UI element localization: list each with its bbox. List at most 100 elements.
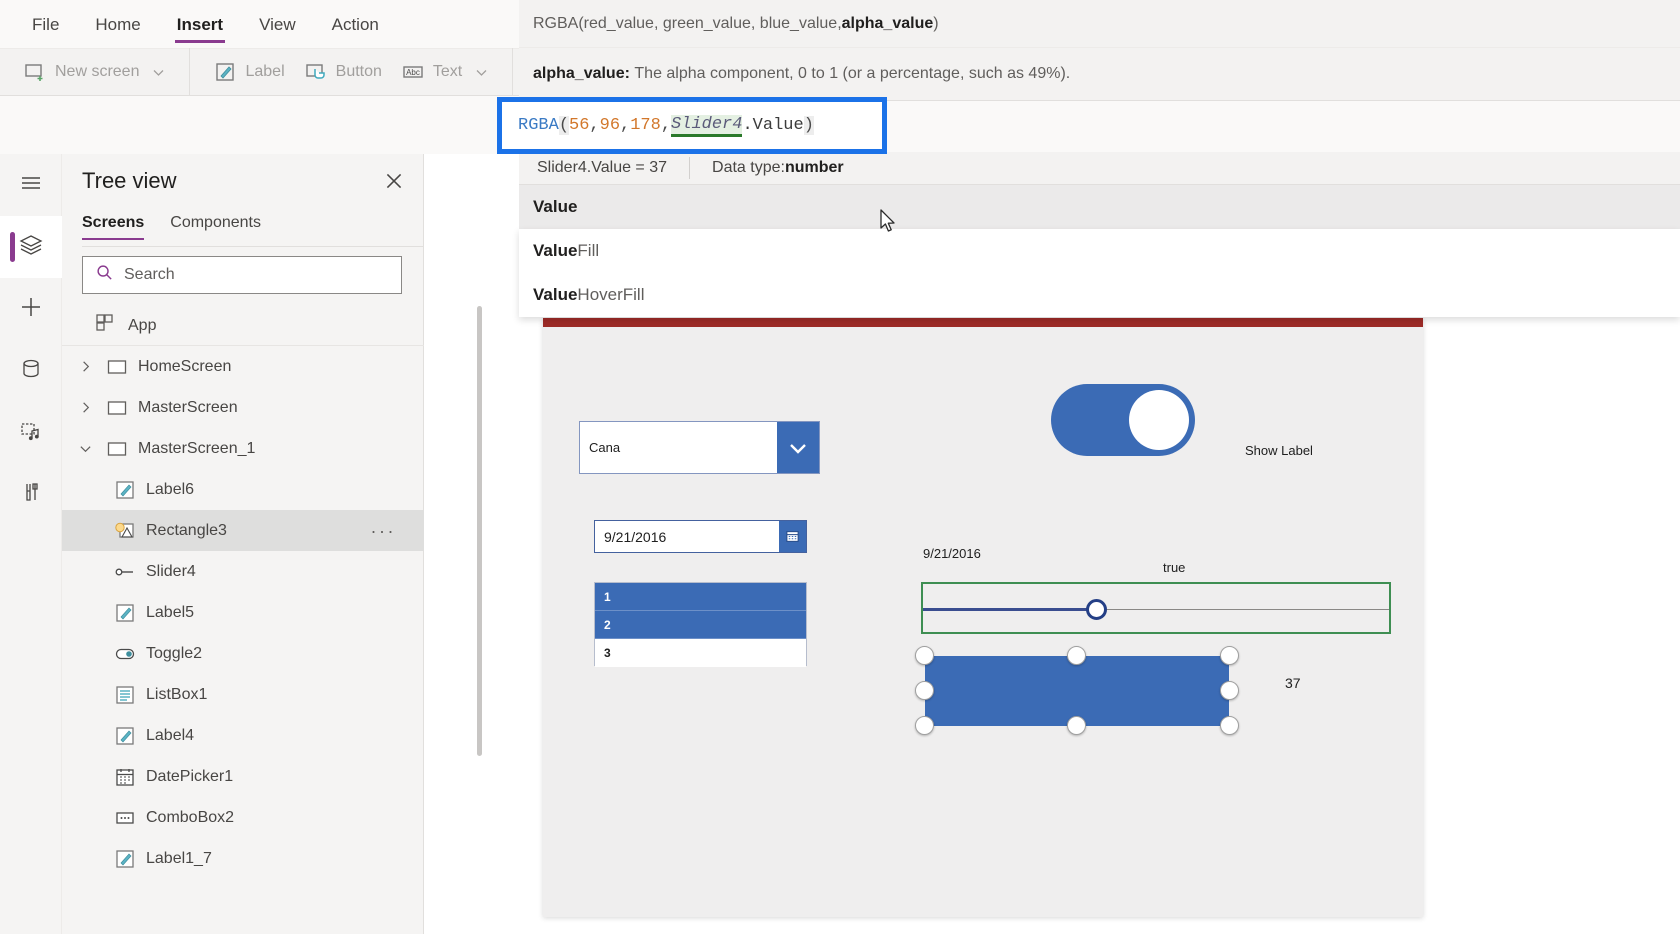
tree-item-slider4[interactable]: Slider4 [62, 551, 424, 592]
toggle-icon [114, 643, 136, 665]
formula-input[interactable]: RGBA(56, 96, 178, Slider4 .Value) [502, 102, 882, 149]
new-screen-label: New screen [55, 63, 140, 80]
screen-header-bar [543, 318, 1423, 327]
chevron-down-icon[interactable] [74, 442, 96, 455]
advanced-tools-rail-button[interactable] [0, 464, 62, 526]
tree-item-more-button[interactable]: ··· [371, 522, 396, 540]
tree-view-icon [18, 232, 44, 263]
insert-label-button[interactable]: Label [204, 55, 294, 89]
tab-screens[interactable]: Screens [82, 214, 145, 240]
suggestion-group-header: Value [519, 185, 1680, 229]
insert-rail-button[interactable] [0, 278, 62, 340]
argument-description-tooltip: alpha_value: The alpha component, 0 to 1… [519, 48, 1680, 101]
slider-handle[interactable] [1086, 599, 1107, 620]
resize-handle-top-center[interactable] [1067, 646, 1086, 665]
resize-handle-middle-right[interactable] [1220, 681, 1239, 700]
tree-item-masterscreen[interactable]: MasterScreen [62, 387, 424, 428]
suggestion-match: Value [533, 285, 578, 304]
screen-icon [106, 397, 128, 419]
formula-input-focus-ring: RGBA(56, 96, 178, Slider4 .Value) [497, 97, 887, 154]
resize-handle-bottom-center[interactable] [1067, 716, 1086, 735]
tree-view-rail-button[interactable] [0, 216, 62, 278]
resize-handle-top-right[interactable] [1220, 646, 1239, 665]
rectangle-icon [114, 520, 136, 542]
listbox-item[interactable]: 2 [595, 611, 806, 639]
formula-token-close-paren: ) [803, 116, 814, 135]
tab-components[interactable]: Components [170, 214, 261, 240]
tree-view-panel: Tree view Screens Components Search App … [62, 154, 482, 934]
suggestion-match: Value [533, 241, 578, 260]
argument-description: The alpha component, 0 to 1 (or a percen… [634, 65, 1071, 82]
tree-item-listbox1[interactable]: ListBox1 [62, 674, 424, 715]
new-screen-group: New screen [0, 48, 191, 96]
insert-button-button[interactable]: Button [295, 55, 392, 89]
canvas-rectangle3-selected[interactable] [915, 646, 1239, 735]
slider-track-remaining [1097, 609, 1389, 610]
search-input[interactable]: Search [82, 256, 402, 294]
tree-item-combobox2[interactable]: ComboBox2 [62, 797, 424, 838]
tree-items-scroll-area: App HomeScreen MasterScreen MasterScreen… [62, 306, 424, 934]
canvas-listbox1[interactable]: 1 2 3 [594, 582, 807, 667]
tree-item-toggle2[interactable]: Toggle2 [62, 633, 424, 674]
tree-item-label: Rectangle3 [146, 521, 227, 539]
tree-item-label4[interactable]: Label4 [62, 715, 424, 756]
listbox-item[interactable]: 1 [595, 583, 806, 611]
tree-item-app[interactable]: App [62, 306, 424, 346]
canvas-slider4[interactable] [921, 582, 1391, 634]
hamburger-menu-button[interactable] [0, 154, 62, 216]
tree-item-datepicker1[interactable]: DatePicker1 [62, 756, 424, 797]
suggestion-list: Value Fill Value HoverFill [519, 229, 1680, 317]
tree-item-label: Slider4 [146, 562, 196, 580]
resize-handle-bottom-left[interactable] [915, 716, 934, 735]
insert-text-text: Text [432, 63, 463, 80]
data-rail-button[interactable] [0, 340, 62, 402]
suggestion-item-valuefill[interactable]: Value Fill [519, 229, 1680, 273]
dropdown-value: Cana [589, 440, 621, 455]
tree-item-label5[interactable]: Label5 [62, 592, 424, 633]
suggestion-item-valuehoverfill[interactable]: Value HoverFill [519, 273, 1680, 317]
menu-item-home[interactable]: Home [93, 3, 142, 45]
tree-item-label6[interactable]: Label6 [62, 469, 424, 510]
calendar-icon[interactable] [779, 521, 806, 552]
hamburger-icon [18, 170, 44, 201]
dropdown-toggle-button[interactable] [777, 422, 819, 473]
canvas-datepicker1[interactable]: 9/21/2016 [594, 520, 807, 553]
app-icon [94, 312, 116, 339]
chevron-right-icon[interactable] [74, 360, 96, 373]
resize-handle-middle-left[interactable] [915, 681, 934, 700]
formula-token-comma: , [660, 116, 672, 135]
canvas-toggle2[interactable] [1051, 384, 1195, 456]
text-abc-icon: Abc [402, 61, 424, 83]
tree-view-scrollbar[interactable] [477, 306, 482, 756]
signature-suffix: ) [933, 14, 939, 32]
label-icon [114, 602, 136, 624]
resize-handle-bottom-right[interactable] [1220, 716, 1239, 735]
insert-text-button[interactable]: Abc Text [392, 55, 498, 89]
tree-item-label1-7[interactable]: Label1_7 [62, 838, 424, 879]
menu-item-insert[interactable]: Insert [174, 3, 226, 45]
tree-item-label: Label5 [146, 603, 195, 621]
menu-item-file[interactable]: File [30, 3, 61, 45]
tree-item-masterscreen-1[interactable]: MasterScreen_1 [62, 428, 424, 469]
controls-group: Label Button Abc Text [190, 48, 514, 96]
function-signature-tooltip: RGBA(red_value, green_value, blue_value,… [519, 0, 1680, 48]
formula-token-property-ref: .Value [742, 116, 804, 135]
listbox-item[interactable]: 3 [595, 639, 806, 667]
tree-view-tabs: Screens Components [82, 214, 261, 240]
tabs-divider [82, 246, 423, 247]
close-tree-view-button[interactable] [383, 170, 405, 197]
label-icon [114, 725, 136, 747]
new-screen-button[interactable]: New screen [14, 55, 175, 89]
tree-item-homescreen[interactable]: HomeScreen [62, 346, 424, 387]
menu-item-action[interactable]: Action [330, 3, 381, 45]
mouse-cursor [880, 209, 898, 240]
search-placeholder: Search [124, 266, 175, 283]
resize-handle-top-left[interactable] [915, 646, 934, 665]
tree-item-rectangle3[interactable]: Rectangle3 ··· [62, 510, 424, 551]
media-rail-button[interactable] [0, 402, 62, 464]
canvas-label-slider-value: 37 [1285, 675, 1301, 691]
chevron-right-icon[interactable] [74, 401, 96, 414]
canvas-dropdown-combobox2[interactable]: Cana [579, 421, 820, 474]
menu-item-view[interactable]: View [257, 3, 298, 45]
formula-token-red: 56 [569, 116, 590, 135]
